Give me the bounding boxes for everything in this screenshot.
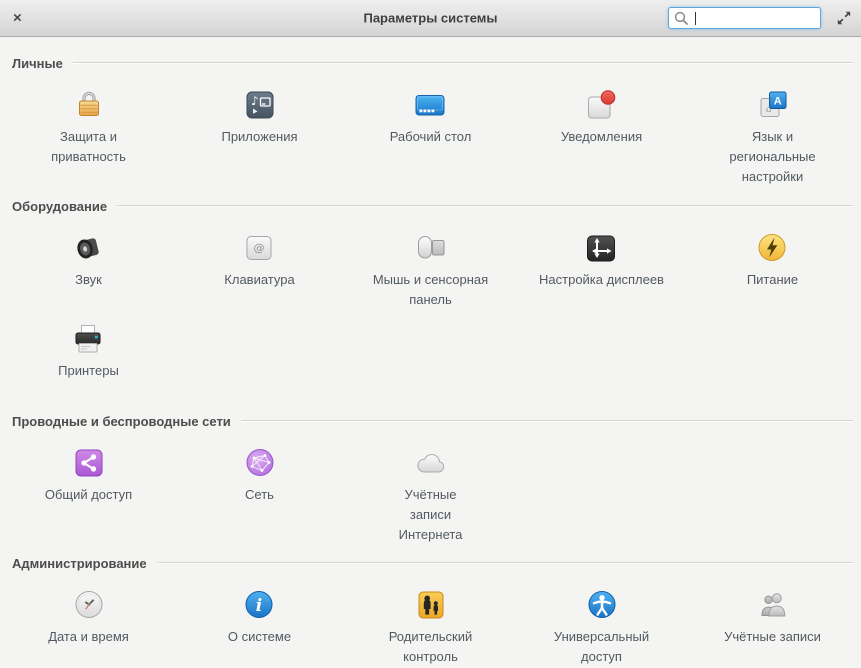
settings-item-label: Мышь и сенсорная панель <box>372 272 489 307</box>
settings-item-applications[interactable]: ♪ Приложения <box>221 88 298 147</box>
section-hardware: Оборудование <box>12 198 853 214</box>
section-label: Администрирование <box>12 555 147 571</box>
search-icon <box>674 11 688 25</box>
speaker-icon <box>72 231 106 265</box>
settings-item-printers[interactable]: Принтеры <box>58 322 119 381</box>
accessibility-icon <box>585 588 619 622</box>
section-divider <box>156 562 853 564</box>
section-hardware-grid-row2: Принтеры <box>3 310 858 381</box>
settings-item-online-accounts[interactable]: Учётные записи Интернета <box>390 446 472 545</box>
keyboard-icon: @ <box>242 231 276 265</box>
network-icon <box>243 446 277 480</box>
section-personal: Личные <box>12 55 853 71</box>
close-icon[interactable]: × <box>13 11 22 26</box>
expand-icon[interactable] <box>836 10 852 26</box>
cloud-icon <box>414 446 448 480</box>
section-divider <box>72 62 853 64</box>
settings-item-label: Родительский контроль <box>388 629 473 664</box>
settings-item-sound[interactable]: Звук <box>72 231 106 290</box>
settings-item-about[interactable]: i О системе <box>228 588 291 647</box>
section-networks-grid: Общий доступ Сеть Учётные записи Интерне… <box>3 428 858 545</box>
power-icon <box>755 231 789 265</box>
settings-item-label: Настройка дисплеев <box>539 272 664 287</box>
settings-item-date-time[interactable]: Дата и время <box>48 588 129 647</box>
settings-item-user-accounts[interactable]: Учётные записи <box>724 588 821 647</box>
display-icon <box>584 231 618 265</box>
settings-item-label: Язык и региональные настройки <box>729 129 816 184</box>
settings-item-label: Общий доступ <box>44 487 133 502</box>
mouse-touchpad-icon <box>414 231 448 265</box>
svg-text:@: @ <box>254 242 265 255</box>
settings-item-universal-access[interactable]: Универсальный доступ <box>537 588 667 667</box>
share-icon <box>72 446 106 480</box>
settings-item-label: Принтеры <box>58 363 119 378</box>
lock-icon <box>72 88 106 122</box>
settings-item-parental-controls[interactable]: Родительский контроль <box>366 588 496 667</box>
settings-item-label: Дата и время <box>48 629 129 644</box>
settings-item-displays[interactable]: Настройка дисплеев <box>539 231 664 290</box>
settings-item-mouse-touchpad[interactable]: Мышь и сенсорная панель <box>366 231 496 310</box>
search-input[interactable] <box>696 11 820 25</box>
user-accounts-icon <box>756 588 790 622</box>
section-networks: Проводные и беспроводные сети <box>12 413 853 429</box>
parental-controls-icon <box>414 588 448 622</box>
settings-item-power[interactable]: Питание <box>747 231 798 290</box>
section-label: Оборудование <box>12 198 108 214</box>
clock-icon <box>72 588 106 622</box>
settings-item-label: Сеть <box>245 487 274 502</box>
section-personal-grid: Защита и приватность ♪ Приложения Рабочи… <box>3 70 858 187</box>
section-administration-grid: Дата и время i О системе Родительский ко… <box>3 570 858 667</box>
info-icon: i <box>242 588 276 622</box>
applications-icon: ♪ <box>243 88 277 122</box>
section-divider <box>240 420 853 422</box>
section-hardware-grid: Звук @ Клавиатура Мышь и сенсорная панел… <box>3 213 858 310</box>
language-icon: a A <box>756 88 790 122</box>
svg-text:A: A <box>773 96 781 108</box>
settings-item-label: Универсальный доступ <box>553 629 650 664</box>
svg-text:i: i <box>256 596 262 616</box>
settings-item-label: Приложения <box>221 129 298 144</box>
settings-item-label: Питание <box>746 272 799 287</box>
section-label: Личные <box>12 55 63 71</box>
settings-item-security-privacy[interactable]: Защита и приватность <box>24 88 154 167</box>
section-divider <box>117 205 853 207</box>
settings-item-sharing[interactable]: Общий доступ <box>45 446 132 505</box>
settings-item-label: Защита и приватность <box>51 129 126 164</box>
search-box[interactable] <box>668 7 821 29</box>
settings-item-notifications[interactable]: Уведомления <box>561 88 642 147</box>
settings-item-label: О системе <box>227 629 292 644</box>
section-label: Проводные и беспроводные сети <box>12 413 231 429</box>
settings-item-network[interactable]: Сеть <box>243 446 277 505</box>
headerbar: × Параметры системы <box>0 0 861 37</box>
window-title: Параметры системы <box>363 10 498 26</box>
settings-item-label: Рабочий стол <box>389 129 472 144</box>
settings-item-keyboard[interactable]: @ Клавиатура <box>224 231 295 290</box>
settings-item-label: Уведомления <box>560 129 643 144</box>
section-administration: Администрирование <box>12 555 853 571</box>
notifications-icon <box>584 88 618 122</box>
printer-icon <box>71 322 105 356</box>
settings-item-language[interactable]: a A Язык и региональные настройки <box>708 88 838 187</box>
settings-item-desktop[interactable]: Рабочий стол <box>389 88 472 147</box>
svg-text:♪: ♪ <box>251 94 259 108</box>
settings-item-label: Учётные записи <box>724 629 821 644</box>
settings-item-label: Учётные записи Интернета <box>398 487 463 542</box>
desktop-icon <box>413 88 447 122</box>
settings-item-label: Звук <box>75 272 102 287</box>
settings-item-label: Клавиатура <box>224 272 295 287</box>
